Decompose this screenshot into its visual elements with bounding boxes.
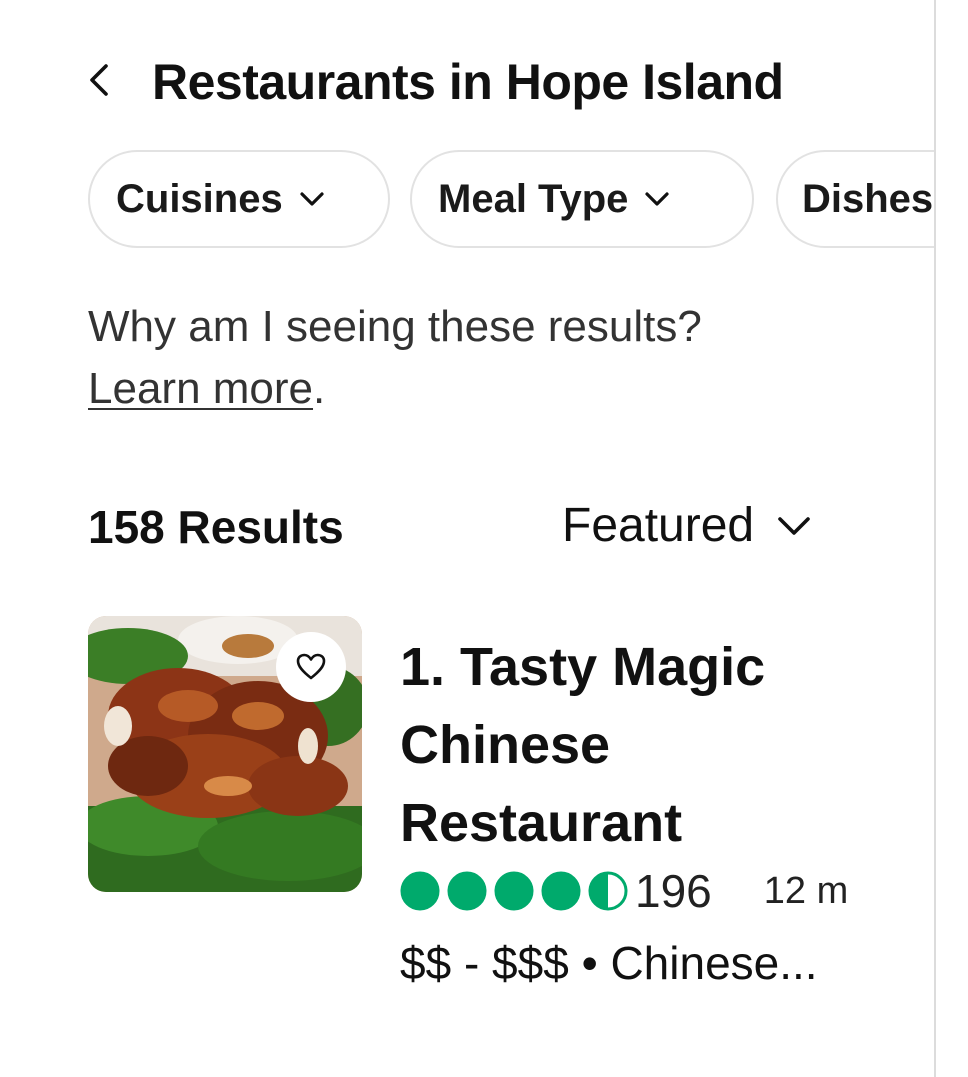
rating-bubble-full	[494, 871, 534, 911]
header: Restaurants in Hope Island	[88, 52, 784, 112]
chevron-down-icon	[299, 191, 325, 207]
chevron-down-icon	[776, 515, 812, 537]
rating-bubble-full	[447, 871, 487, 911]
rating-row: 196 12 m	[400, 864, 849, 918]
price-cuisine: $$ - $$$ • Chinese...	[400, 937, 818, 989]
results-explanation: Why am I seeing these results? Learn mor…	[88, 296, 868, 420]
rating-bubbles	[400, 871, 635, 911]
filter-chip-label: Cuisines	[116, 176, 283, 221]
restaurant-name[interactable]: 1. Tasty Magic Chinese Restaurant	[400, 628, 880, 862]
chevron-down-icon	[644, 191, 670, 207]
filter-chip-label: Meal Type	[438, 176, 629, 221]
rating-bubble-half	[588, 871, 628, 911]
chevron-left-icon	[88, 62, 110, 103]
restaurant-photo[interactable]	[88, 616, 362, 892]
filter-chip-meal-type[interactable]: Meal Type	[410, 150, 754, 248]
screen-edge	[934, 0, 936, 1077]
filter-chip-cuisines[interactable]: Cuisines	[88, 150, 390, 248]
filter-chips: Cuisines Meal Type Dishes	[88, 150, 934, 252]
rating-bubble-full	[541, 871, 581, 911]
sort-dropdown[interactable]: Featured	[562, 498, 812, 553]
results-count: 158 Results	[88, 501, 344, 553]
filter-chip-label: Dishes	[802, 176, 934, 221]
filter-chip-dishes[interactable]: Dishes	[776, 150, 934, 248]
rating-bubble-full	[400, 871, 440, 911]
heart-outline-icon	[296, 653, 326, 681]
restaurant-card[interactable]: 1. Tasty Magic Chinese Restaurant 196 12…	[88, 614, 908, 1014]
distance: 12 m	[763, 869, 849, 912]
back-button[interactable]	[88, 57, 118, 107]
explanation-text: Why am I seeing these results?	[88, 302, 702, 351]
page-title: Restaurants in Hope Island	[152, 54, 784, 110]
learn-more-link[interactable]: Learn more	[88, 364, 313, 413]
learn-more-period: .	[313, 364, 326, 413]
save-button[interactable]	[276, 632, 346, 702]
sort-label: Featured	[562, 499, 755, 552]
review-count[interactable]: 196	[635, 864, 712, 918]
